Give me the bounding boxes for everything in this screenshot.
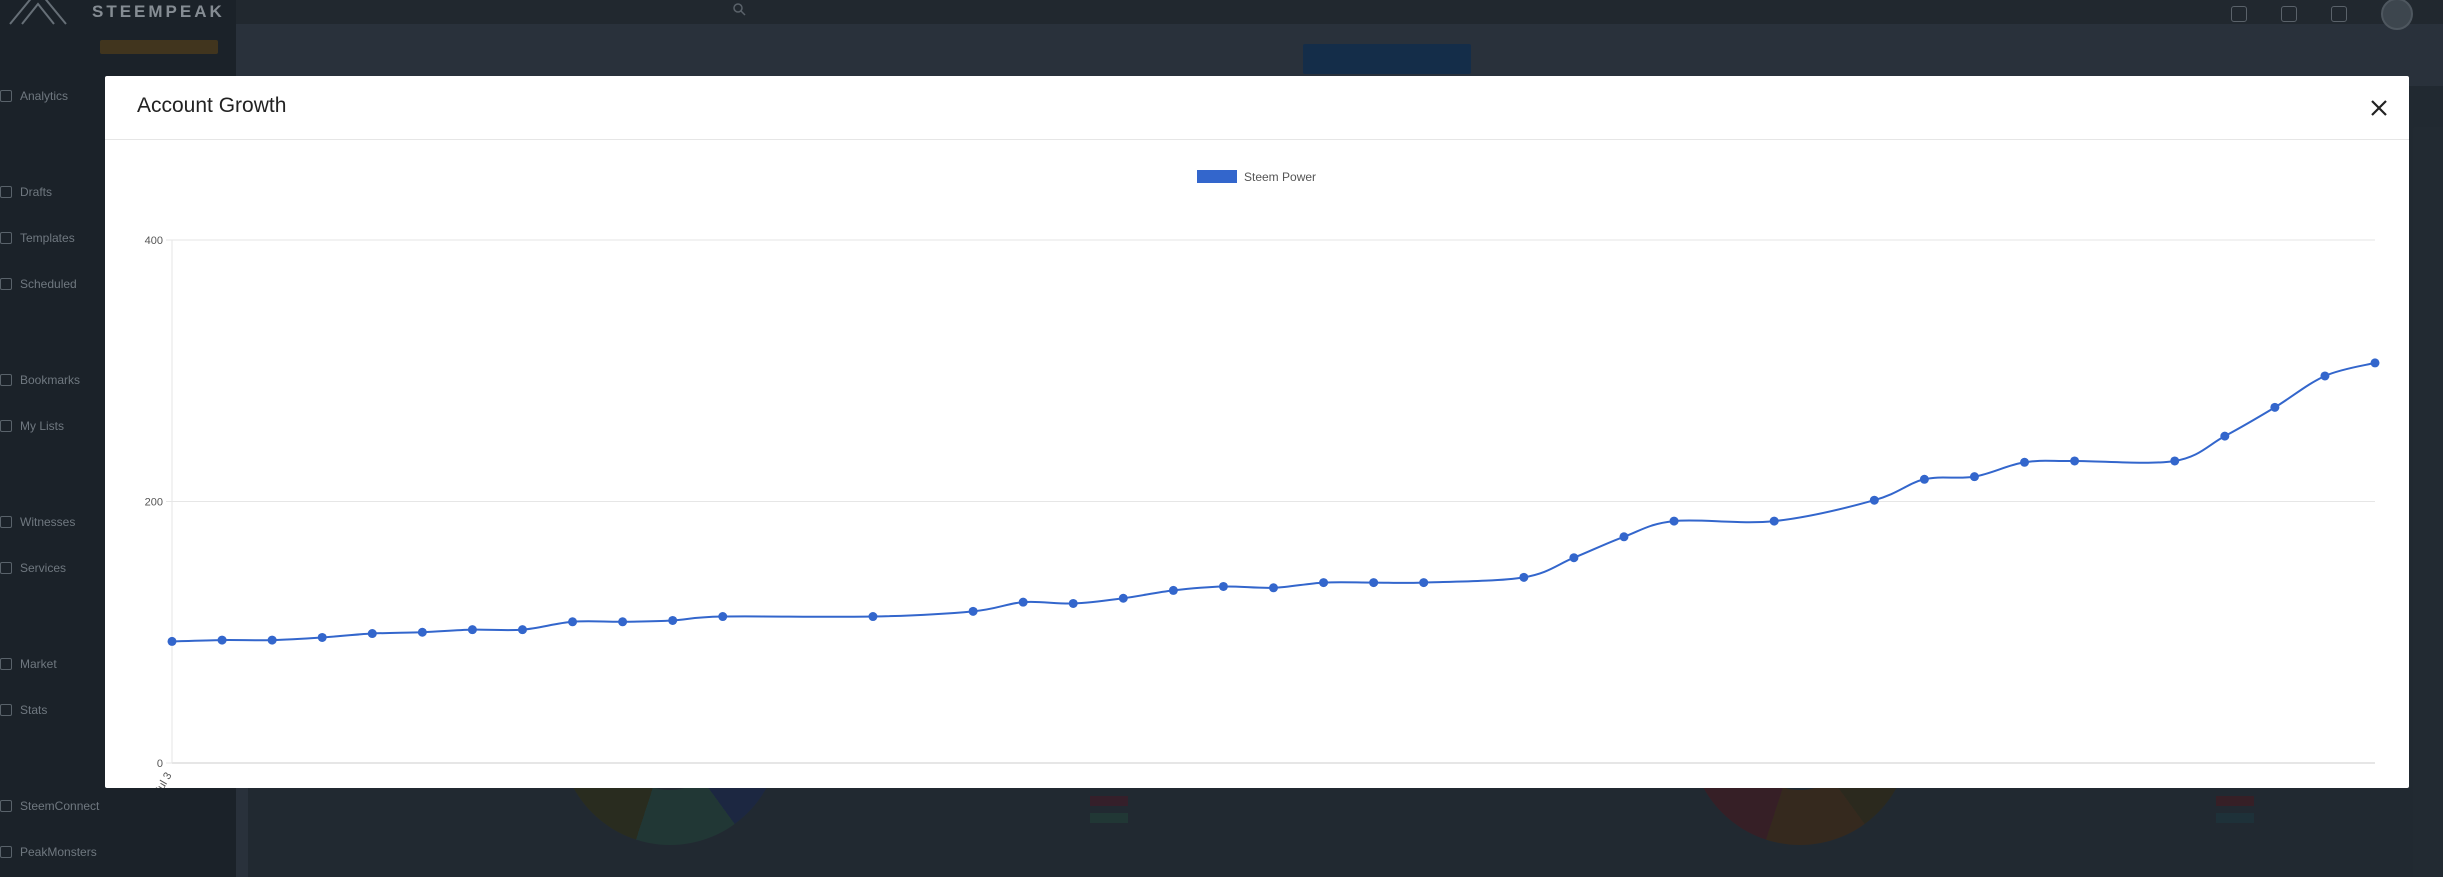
data-point: [2270, 402, 2280, 412]
data-point: [668, 615, 678, 625]
y-axis-ticks: 0 200 400: [145, 235, 163, 770]
data-point: [1769, 516, 1779, 526]
data-point: [1419, 578, 1429, 588]
data-point: [1319, 578, 1329, 588]
data-point: [367, 629, 377, 639]
data-point: [568, 617, 578, 627]
data-point: [1068, 598, 1078, 608]
series-points: [167, 358, 2380, 646]
data-point: [517, 625, 527, 635]
data-point: [1269, 583, 1278, 593]
data-point: [1919, 474, 1929, 484]
y-tick-label: 200: [145, 497, 163, 509]
data-point: [167, 636, 177, 646]
data-point: [2170, 456, 2180, 466]
legend-swatch: [1197, 170, 1237, 183]
data-point: [618, 617, 628, 627]
data-point: [267, 635, 277, 645]
data-point: [1869, 495, 1879, 505]
data-point: [1118, 593, 1128, 603]
data-point: [1519, 572, 1529, 582]
data-point: [2320, 371, 2330, 381]
series-line: [171, 361, 2376, 643]
data-point: [1669, 516, 1679, 526]
chart-area: 0 200 400 Jul 3 Steem Power: [105, 140, 2409, 788]
data-point: [1218, 581, 1228, 591]
line-chart: 0 200 400 Jul 3 Steem Power: [145, 170, 2380, 789]
data-point: [417, 627, 427, 637]
chart-grid: [166, 239, 2375, 764]
data-point: [2220, 431, 2230, 441]
data-point: [467, 625, 477, 635]
close-icon: [2371, 100, 2387, 116]
legend-label: Steem Power: [1244, 170, 1316, 184]
data-point: [1969, 472, 1979, 482]
y-tick-label: 400: [145, 235, 163, 247]
x-tick-label: Jul 3: [153, 771, 175, 789]
data-point: [1018, 597, 1028, 607]
chart-legend: Steem Power: [1197, 170, 1316, 184]
modal-header: Account Growth: [105, 76, 2409, 140]
data-point: [2370, 358, 2380, 368]
data-point: [1619, 532, 1629, 542]
data-point: [2020, 457, 2030, 467]
data-point: [718, 612, 728, 622]
data-point: [317, 632, 327, 642]
modal-title: Account Growth: [137, 94, 287, 117]
y-tick-label: 0: [157, 758, 163, 770]
account-growth-modal: Account Growth 0 200 400 Jul 3 Steem Power: [105, 76, 2409, 788]
data-point: [868, 612, 878, 622]
data-point: [1369, 578, 1379, 588]
data-point: [968, 606, 978, 616]
close-button[interactable]: [2367, 96, 2391, 120]
data-point: [2070, 456, 2080, 466]
data-point: [217, 635, 227, 645]
data-point: [1569, 553, 1579, 563]
data-point: [1168, 585, 1178, 595]
x-axis-ticks: Jul 3: [153, 771, 175, 789]
